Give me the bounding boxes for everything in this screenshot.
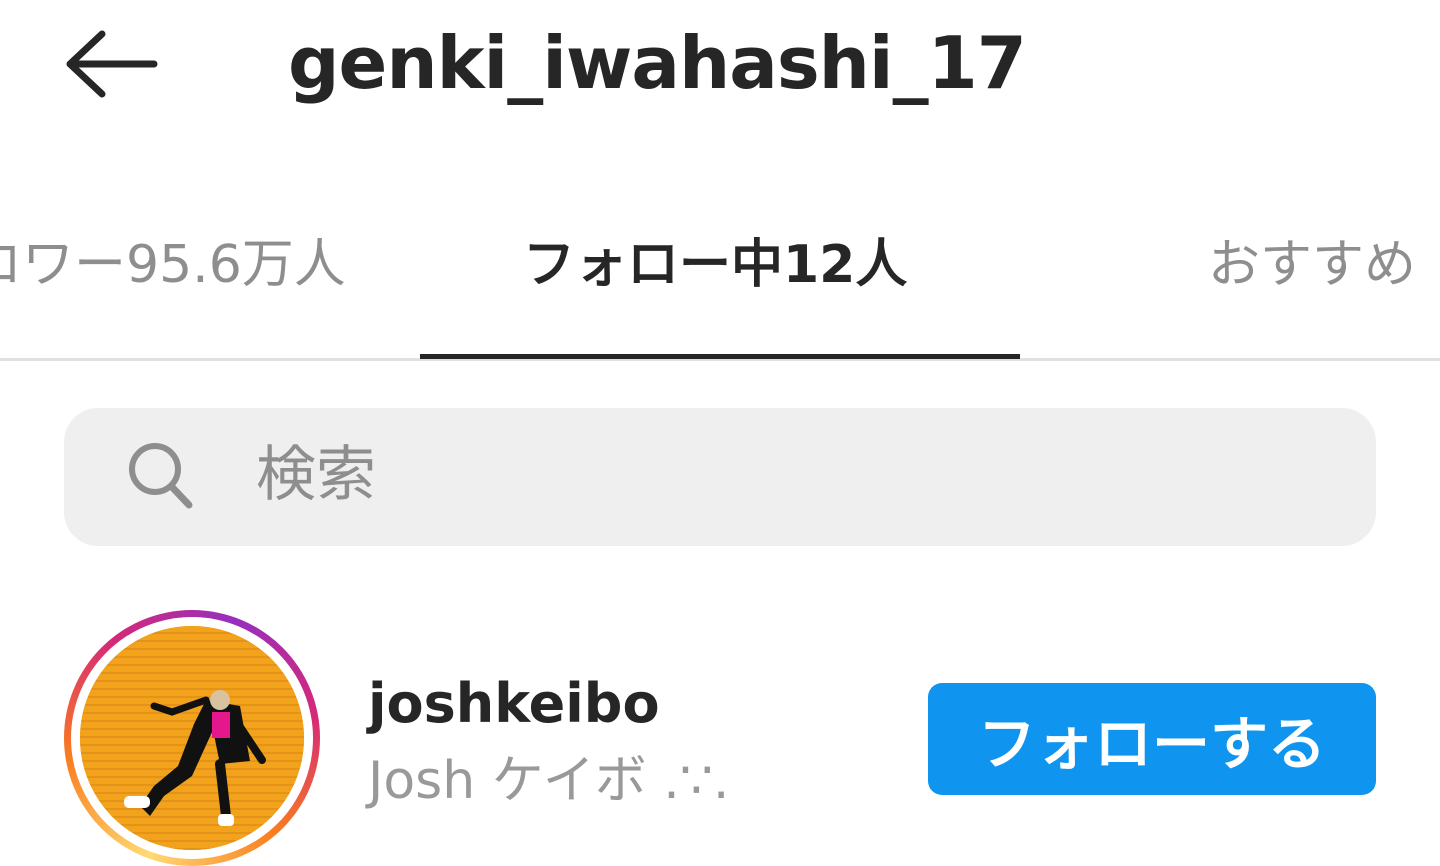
arrow-left-icon: [66, 30, 158, 98]
full-name: Josh ケイボ .∵.: [368, 751, 730, 811]
follow-button[interactable]: フォローする: [928, 683, 1376, 795]
tab-following[interactable]: フォロー中12人: [523, 230, 907, 300]
search-input[interactable]: 検索: [256, 430, 376, 520]
tab-suggested[interactable]: おすすめ: [1208, 230, 1416, 300]
tab-followers[interactable]: ロワー95.6万人: [0, 230, 346, 300]
active-tab-indicator: [420, 354, 1020, 359]
top-bar: genki_iwahashi_17: [0, 0, 1440, 130]
follow-tabs: ロワー95.6万人 フォロー中12人 おすすめ: [0, 190, 1440, 362]
back-button[interactable]: [62, 24, 162, 104]
profile-username-title: genki_iwahashi_17: [288, 21, 1027, 105]
avatar[interactable]: [80, 626, 304, 850]
search-icon: [129, 443, 193, 509]
username[interactable]: joshkeibo: [368, 668, 660, 740]
dancer-photo: [80, 626, 304, 850]
